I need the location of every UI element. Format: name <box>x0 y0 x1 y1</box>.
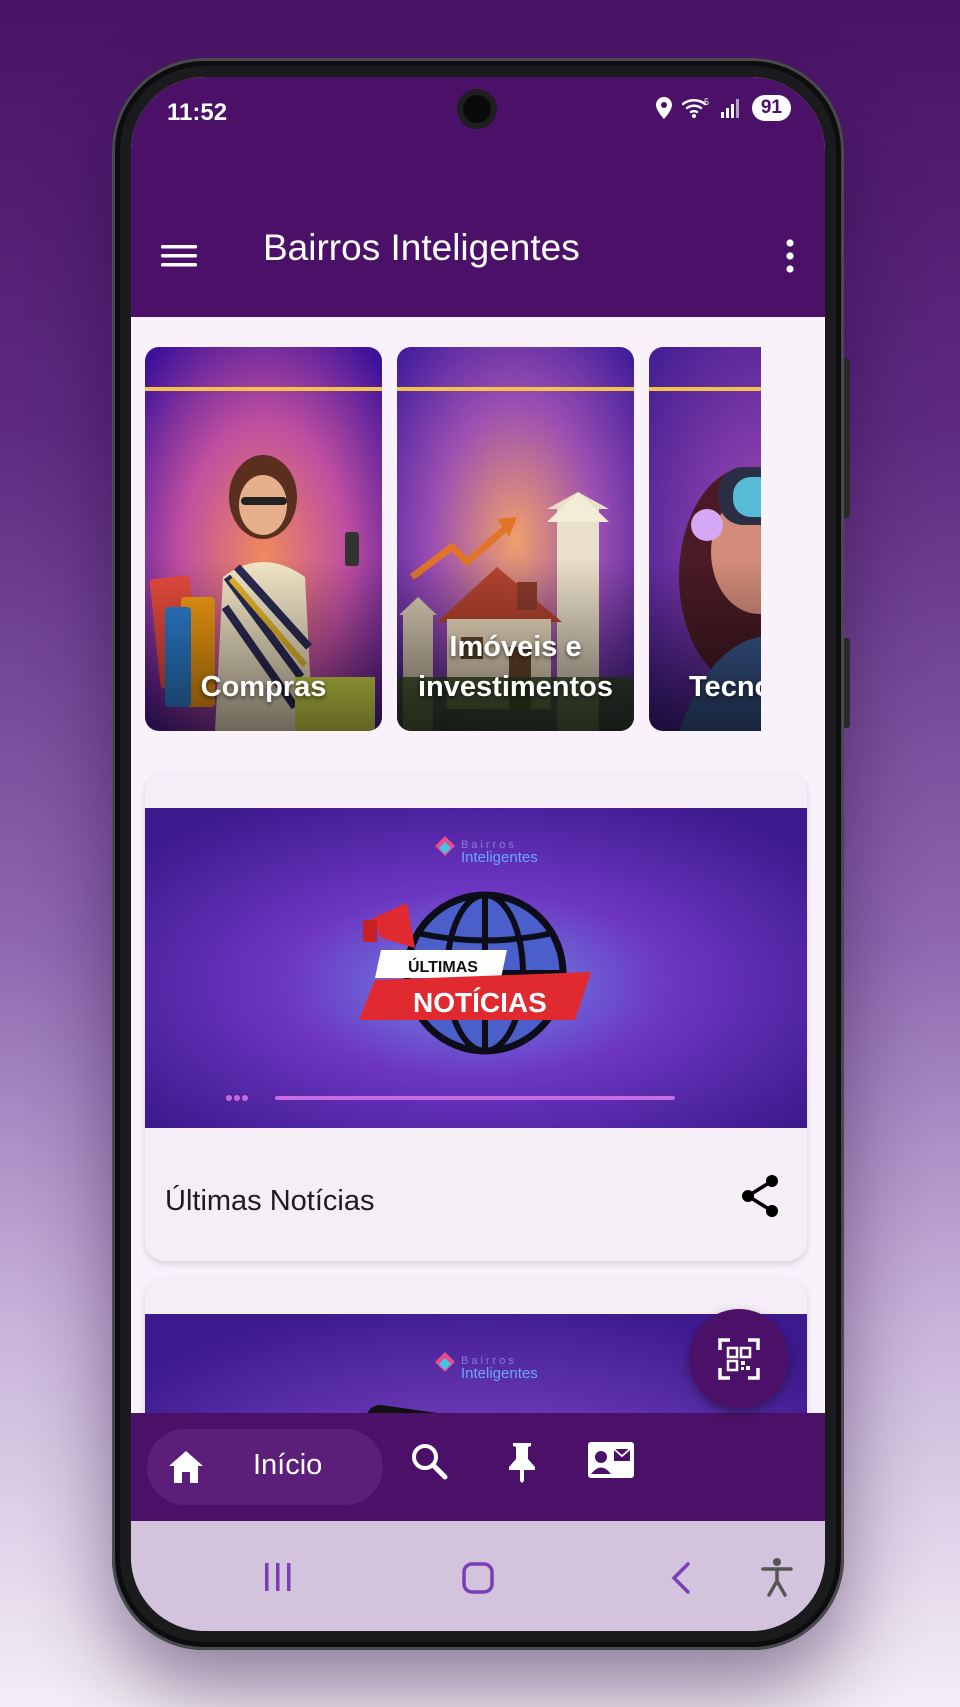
qr-scan-fab[interactable] <box>689 1309 789 1409</box>
signal-icon <box>720 99 739 118</box>
home-outline-icon <box>462 1562 494 1594</box>
recents-icon <box>265 1563 291 1591</box>
recents-button[interactable] <box>261 1561 295 1598</box>
location-icon <box>655 97 672 119</box>
phone-frame: 11:52 5 91 Bairros Inteligentes Compras … <box>112 58 850 1650</box>
status-icons: 5 91 <box>655 95 791 121</box>
back-icon <box>671 1562 690 1594</box>
nav-item-search[interactable] <box>409 1441 449 1486</box>
category-card-tecnologia[interactable]: Tecnologia <box>649 347 761 731</box>
status-time: 11:52 <box>167 99 228 126</box>
search-icon <box>412 1444 448 1480</box>
news-card-title: Últimas Notícias <box>165 1185 375 1217</box>
screen: 11:52 5 91 Bairros Inteligentes Compras … <box>131 77 825 1631</box>
front-camera <box>457 89 497 129</box>
share-button[interactable] <box>739 1173 781 1219</box>
category-label-tecnologia: Tecnologia <box>689 671 761 703</box>
more-vert-icon <box>786 239 794 273</box>
app-title: Bairros Inteligentes <box>263 227 580 268</box>
nav-label-inicio: Início <box>253 1449 323 1481</box>
category-card-compras[interactable]: Compras <box>145 347 382 731</box>
accessibility-button[interactable] <box>761 1557 793 1602</box>
status-bar: 11:52 5 91 <box>131 77 825 151</box>
pin-icon <box>509 1443 535 1483</box>
nav-item-pinned[interactable] <box>505 1441 539 1488</box>
svg-text:Inteligentes: Inteligentes <box>461 1365 538 1382</box>
menu-button[interactable] <box>157 235 199 275</box>
power-button <box>844 638 850 728</box>
system-navigation-bar <box>131 1521 825 1631</box>
svg-text:5: 5 <box>704 97 709 107</box>
category-card-imoveis[interactable]: Imóveis e investimentos <box>397 347 634 731</box>
hamburger-menu-icon <box>161 245 197 267</box>
svg-text:ÚLTIMAS: ÚLTIMAS <box>408 957 478 976</box>
share-icon <box>742 1175 778 1217</box>
news-card-ultimas-noticias[interactable]: Bairros Inteligentes ÚLTIMAS NOTÍCIAS Úl… <box>145 773 807 1261</box>
accessibility-icon <box>761 1558 793 1597</box>
category-label-compras: Compras <box>200 671 327 703</box>
more-options-button[interactable] <box>775 235 805 277</box>
contact-card-icon <box>588 1442 634 1478</box>
app-bar: Bairros Inteligentes <box>131 151 825 317</box>
news-banner-image: Bairros Inteligentes ÚLTIMAS NOTÍCIAS <box>145 808 807 1128</box>
bottom-navigation: Início <box>131 1413 825 1521</box>
nav-item-contact[interactable] <box>587 1441 635 1484</box>
wifi-icon: 5 <box>681 97 709 118</box>
svg-text:NOTÍCIAS: NOTÍCIAS <box>413 987 547 1018</box>
system-home-button[interactable] <box>461 1561 495 1600</box>
home-icon <box>169 1451 203 1483</box>
volume-button <box>844 358 850 518</box>
qr-code-scanner-icon <box>718 1338 760 1380</box>
nav-item-inicio[interactable]: Início <box>147 1429 383 1505</box>
system-back-button[interactable] <box>669 1561 693 1600</box>
svg-text:Inteligentes: Inteligentes <box>461 849 538 866</box>
battery-indicator: 91 <box>751 95 791 121</box>
category-label-imoveis: Imóveis e investimentos <box>418 631 613 703</box>
category-carousel[interactable]: Compras Imóveis e investimentos Tecn <box>145 347 761 731</box>
